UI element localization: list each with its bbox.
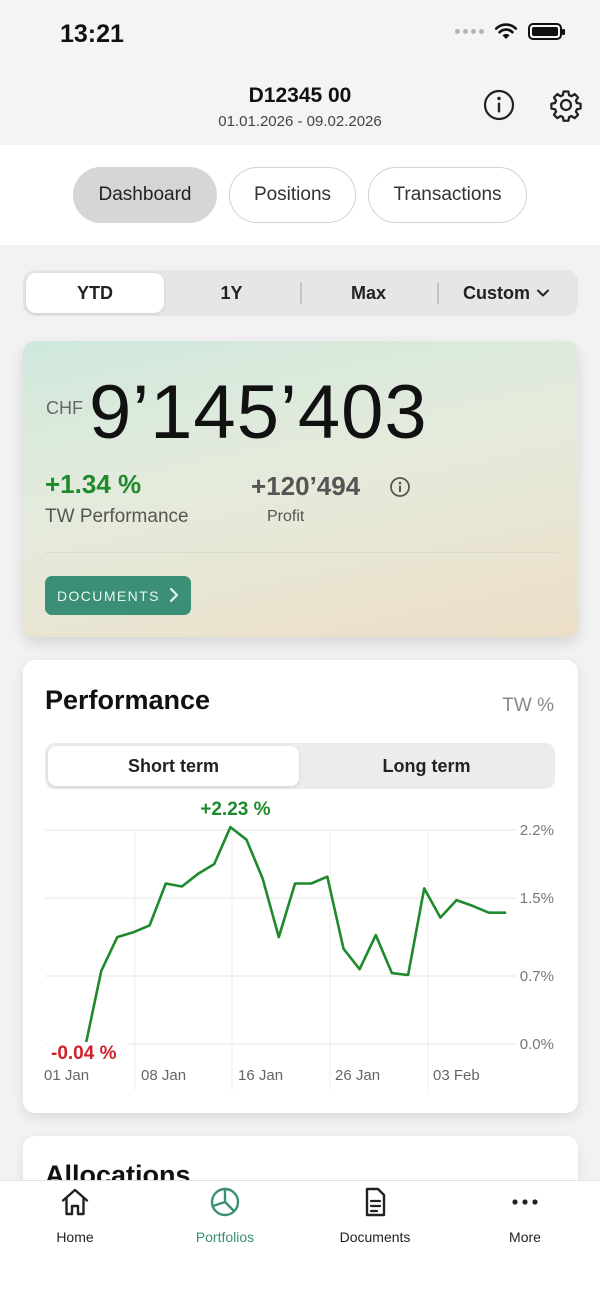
tw-performance-label: TW Performance xyxy=(45,506,189,527)
portfolio-summary-card: CHF 9’145’403 +1.34 % TW Performance +12… xyxy=(23,341,578,637)
x-tick-label: 16 Jan xyxy=(238,1067,283,1084)
wifi-icon xyxy=(494,23,518,39)
y-tick-label: 0.0% xyxy=(520,1036,554,1053)
profit-value: +120’494 xyxy=(251,471,361,501)
nav-home[interactable]: Home xyxy=(0,1181,150,1271)
performance-unit: TW % xyxy=(502,695,554,716)
currency-label: CHF xyxy=(46,398,83,418)
nav-documents[interactable]: Documents xyxy=(300,1181,450,1271)
home-icon xyxy=(61,1188,89,1216)
header: D12345 00 01.01.2026 - 09.02.2026 xyxy=(0,68,600,145)
documents-button-label: DOCUMENTS xyxy=(57,587,160,604)
nav-portfolios-label: Portfolios xyxy=(195,1229,255,1245)
y-tick-label: 2.2% xyxy=(520,822,554,839)
x-tick-label: 01 Jan xyxy=(44,1067,89,1084)
status-time: 13:21 xyxy=(60,20,124,48)
x-tick-label: 26 Jan xyxy=(335,1067,380,1084)
gear-icon xyxy=(550,90,582,122)
battery-icon xyxy=(528,22,565,40)
x-tick-label: 03 Feb xyxy=(433,1067,480,1084)
info-button[interactable] xyxy=(481,87,517,123)
divider xyxy=(45,552,558,553)
nav-more[interactable]: More xyxy=(450,1181,600,1271)
period-custom-label: Custom xyxy=(463,282,530,303)
bottom-nav: Home Portfolios Documents More xyxy=(0,1180,600,1298)
documents-button[interactable]: DOCUMENTS xyxy=(45,576,191,615)
profit-label: Profit xyxy=(267,508,305,525)
portfolio-pie-icon xyxy=(210,1187,240,1217)
period-custom[interactable]: Custom xyxy=(438,273,575,313)
series-line xyxy=(83,825,507,1050)
min-annotation: -0.04 % xyxy=(51,1043,117,1064)
tab-transactions[interactable]: Transactions xyxy=(368,167,527,223)
signal-icon xyxy=(455,28,484,34)
term-short[interactable]: Short term xyxy=(48,746,299,786)
performance-card: Performance TW % Short term Long term 2.… xyxy=(23,660,578,1113)
term-selector: Short term Long term xyxy=(45,743,555,789)
x-tick-label: 08 Jan xyxy=(141,1067,186,1084)
nav-portfolios[interactable]: Portfolios xyxy=(150,1181,300,1271)
period-max[interactable]: Max xyxy=(301,273,436,313)
main-tabs: Dashboard Positions Transactions xyxy=(0,145,600,245)
document-icon xyxy=(365,1187,386,1217)
y-tick-label: 1.5% xyxy=(520,890,554,907)
status-bar: 13:21 xyxy=(0,0,600,68)
y-tick-label: 0.7% xyxy=(520,968,554,985)
performance-chart[interactable]: 2.2% 1.5% 0.7% 0.0% 01 Jan 08 Jan 16 Jan 26 Jan… xyxy=(23,800,578,1100)
performance-title: Performance xyxy=(45,685,211,715)
portfolio-value: 9’145’403 xyxy=(89,370,428,455)
status-icons xyxy=(455,22,565,40)
info-icon xyxy=(483,89,515,121)
chevron-right-icon xyxy=(169,587,179,603)
info-icon[interactable] xyxy=(389,476,411,498)
more-dots-icon xyxy=(512,1199,538,1205)
settings-button[interactable] xyxy=(548,87,584,123)
nav-home-label: Home xyxy=(56,1229,94,1245)
nav-more-label: More xyxy=(509,1229,541,1245)
period-1y[interactable]: 1Y xyxy=(164,273,299,313)
chevron-down-icon xyxy=(537,289,549,297)
tw-performance-value: +1.34 % xyxy=(45,469,142,499)
tab-dashboard[interactable]: Dashboard xyxy=(73,167,217,223)
nav-documents-label: Documents xyxy=(339,1229,411,1245)
term-long[interactable]: Long term xyxy=(301,746,552,786)
period-ytd[interactable]: YTD xyxy=(26,273,164,313)
max-annotation: +2.23 % xyxy=(200,800,270,820)
tab-positions[interactable]: Positions xyxy=(229,167,356,223)
period-selector: YTD 1Y Max Custom xyxy=(23,270,578,316)
